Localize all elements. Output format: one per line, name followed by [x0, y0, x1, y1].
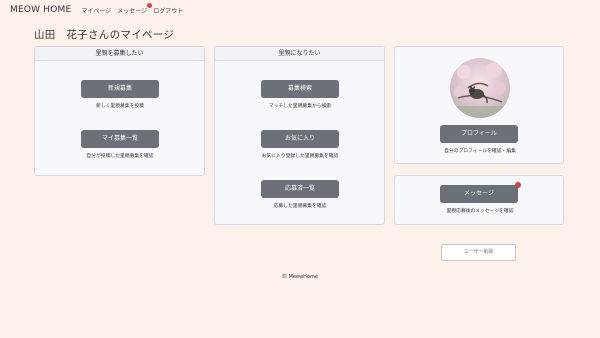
- recruit-card: 里親を募集したい 新規募集 新しく里親募集を投稿 マイ募集一覧 自分が投稿した里…: [34, 46, 205, 176]
- search-listings-button[interactable]: 募集検索: [261, 80, 339, 98]
- favorites-desc: お気に入り登録した里親募集を確認: [261, 154, 339, 159]
- nav-link-mypage[interactable]: マイページ: [81, 6, 111, 15]
- message-card: メッセージ 里親応募後のメッセージを確認: [394, 175, 564, 225]
- brand-logo[interactable]: MEOW HOME: [10, 5, 71, 15]
- profile-desc: 自分のプロフィールを確認・編集: [444, 149, 516, 154]
- delete-user-button[interactable]: ユーザー削除: [441, 244, 516, 261]
- navbar: MEOW HOME マイページ メッセージ ログアウト: [0, 0, 600, 20]
- page-title: 山田 花子さんのマイページ: [34, 29, 175, 41]
- profile-button[interactable]: プロフィール: [440, 125, 518, 143]
- favorites-button[interactable]: お気に入り: [261, 130, 339, 148]
- search-listings-desc: マッチした里親募集から検索: [268, 104, 332, 109]
- nav-link-messages-label: メッセージ: [117, 7, 148, 15]
- messages-button[interactable]: メッセージ: [440, 185, 518, 203]
- nav-link-logout[interactable]: ログアウト: [153, 6, 183, 15]
- nav-link-messages[interactable]: メッセージ: [117, 2, 153, 15]
- my-listings-button[interactable]: マイ募集一覧: [81, 130, 159, 148]
- avatar: [450, 58, 510, 118]
- new-listing-button[interactable]: 新規募集: [81, 80, 159, 98]
- adopt-card: 里親になりたい 募集検索 マッチした里親募集から検索 お気に入り お気に入り登録…: [214, 46, 385, 225]
- message-notification-dot: [515, 182, 521, 188]
- messages-desc: 里親応募後のメッセージを確認: [446, 209, 514, 214]
- my-listings-desc: 自分が投稿した里親募集を確認: [86, 154, 154, 159]
- footer: © MeowHome: [282, 274, 318, 280]
- recruit-card-header: 里親を募集したい: [35, 47, 204, 61]
- notification-dot: [147, 2, 153, 8]
- profile-card: プロフィール 自分のプロフィールを確認・編集: [394, 46, 564, 164]
- applied-list-button[interactable]: 応募済一覧: [261, 180, 339, 198]
- applied-list-desc: 応募した里親募集を確認: [273, 204, 327, 209]
- avatar-photo: [450, 58, 510, 118]
- new-listing-desc: 新しく里親募集を投稿: [96, 104, 144, 109]
- adopt-card-header: 里親になりたい: [215, 47, 384, 61]
